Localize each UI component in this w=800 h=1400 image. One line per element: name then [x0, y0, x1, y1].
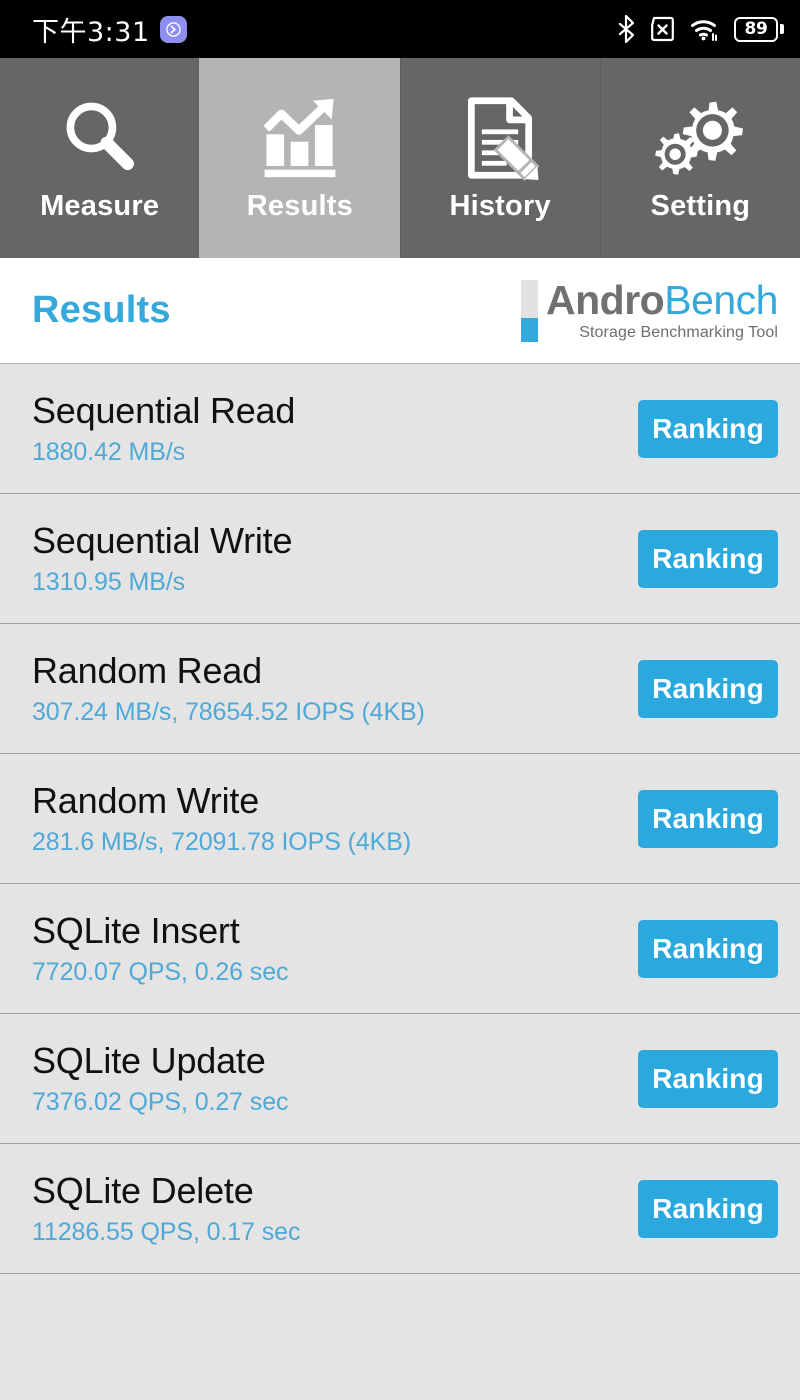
app-badge-icon: [159, 15, 187, 43]
battery-nub: [780, 24, 784, 34]
status-bar-right: 89: [617, 14, 784, 44]
ranking-button[interactable]: Ranking: [638, 529, 778, 588]
row-texts: SQLite Update 7376.02 QPS, 0.27 sec: [32, 1040, 289, 1117]
page-title: Results: [32, 289, 171, 331]
ranking-button[interactable]: Ranking: [638, 399, 778, 458]
list-empty-area: [0, 1273, 800, 1400]
battery-body: 89: [734, 16, 778, 42]
bar-chart-trend-icon: [257, 94, 343, 182]
ranking-button[interactable]: Ranking: [638, 1049, 778, 1108]
status-bar: 下午3:31 89: [0, 0, 800, 58]
logo-accent-bar-bottom: [521, 317, 539, 342]
logo-word-primary: Andro: [546, 276, 665, 323]
table-row[interactable]: SQLite Delete 11286.55 QPS, 0.17 sec Ran…: [0, 1143, 800, 1273]
logo-accent-bar-top: [521, 279, 539, 318]
row-texts: SQLite Delete 11286.55 QPS, 0.17 sec: [32, 1170, 300, 1247]
status-bar-left: 下午3:31: [32, 10, 187, 49]
row-texts: SQLite Insert 7720.07 QPS, 0.26 sec: [32, 910, 289, 987]
benchmark-name: Sequential Write: [32, 520, 293, 561]
table-row[interactable]: SQLite Update 7376.02 QPS, 0.27 sec Rank…: [0, 1013, 800, 1143]
benchmark-value: 7720.07 QPS, 0.26 sec: [32, 958, 289, 986]
benchmark-value: 281.6 MB/s, 72091.78 IOPS (4KB): [32, 828, 412, 856]
gears-icon: [654, 94, 746, 182]
badge-glyph-icon: [165, 21, 181, 37]
benchmark-name: Random Read: [32, 650, 262, 691]
ranking-button[interactable]: Ranking: [638, 789, 778, 848]
row-texts: Random Write 281.6 MB/s, 72091.78 IOPS (…: [32, 780, 411, 857]
tab-results-label: Results: [246, 189, 353, 222]
tab-results[interactable]: Results: [199, 58, 400, 258]
magnifier-icon: [57, 94, 143, 182]
table-row[interactable]: Sequential Read 1880.42 MB/s Ranking: [0, 363, 800, 493]
document-pencil-icon: [458, 94, 542, 182]
tab-setting[interactable]: Setting: [599, 58, 800, 258]
status-bar-clock: 下午3:31: [32, 16, 150, 48]
benchmark-name: SQLite Delete: [32, 1170, 254, 1211]
sim-card-disabled-icon: [649, 16, 676, 42]
benchmark-name: SQLite Insert: [32, 910, 240, 951]
results-list: Sequential Read 1880.42 MB/s Ranking Seq…: [0, 363, 800, 1400]
tab-measure[interactable]: Measure: [0, 58, 200, 258]
bluetooth-icon: [617, 14, 635, 44]
page-header: Results AndroBench Storage Benchmarking …: [0, 258, 800, 363]
benchmark-name: Random Write: [32, 780, 260, 821]
battery-icon: 89: [734, 16, 784, 42]
table-row[interactable]: Random Write 281.6 MB/s, 72091.78 IOPS (…: [0, 753, 800, 883]
row-texts: Sequential Write 1310.95 MB/s: [32, 520, 292, 597]
logo-wordmark: AndroBench: [546, 276, 778, 323]
tab-history[interactable]: History: [399, 58, 600, 258]
benchmark-value: 11286.55 QPS, 0.17 sec: [32, 1218, 301, 1246]
table-row[interactable]: Random Read 307.24 MB/s, 78654.52 IOPS (…: [0, 623, 800, 753]
row-texts: Random Read 307.24 MB/s, 78654.52 IOPS (…: [32, 650, 425, 727]
logo-text: AndroBench Storage Benchmarking Tool: [546, 276, 778, 342]
logo-accent-bar: [521, 279, 539, 342]
benchmark-value: 7376.02 QPS, 0.27 sec: [32, 1088, 289, 1116]
benchmark-value: 1310.95 MB/s: [32, 568, 186, 596]
tab-bar: Measure Results History Setting: [0, 58, 800, 258]
ranking-button[interactable]: Ranking: [638, 1179, 778, 1238]
row-texts: Sequential Read 1880.42 MB/s: [32, 390, 295, 467]
benchmark-value: 307.24 MB/s, 78654.52 IOPS (4KB): [32, 698, 425, 726]
tab-measure-label: Measure: [40, 189, 160, 222]
table-row[interactable]: SQLite Insert 7720.07 QPS, 0.26 sec Rank…: [0, 883, 800, 1013]
benchmark-value: 1880.42 MB/s: [32, 438, 186, 466]
table-row[interactable]: Sequential Write 1310.95 MB/s Ranking: [0, 493, 800, 623]
androbench-logo: AndroBench Storage Benchmarking Tool: [521, 276, 778, 342]
wifi-icon: [690, 16, 720, 42]
ranking-button[interactable]: Ranking: [638, 919, 778, 978]
benchmark-name: SQLite Update: [32, 1040, 266, 1081]
tab-history-label: History: [449, 189, 551, 222]
benchmark-name: Sequential Read: [32, 390, 296, 431]
battery-level-label: 89: [744, 19, 768, 39]
tab-setting-label: Setting: [650, 189, 751, 222]
logo-word-secondary: Bench: [664, 276, 778, 323]
ranking-button[interactable]: Ranking: [638, 659, 778, 718]
logo-tagline: Storage Benchmarking Tool: [579, 323, 778, 341]
